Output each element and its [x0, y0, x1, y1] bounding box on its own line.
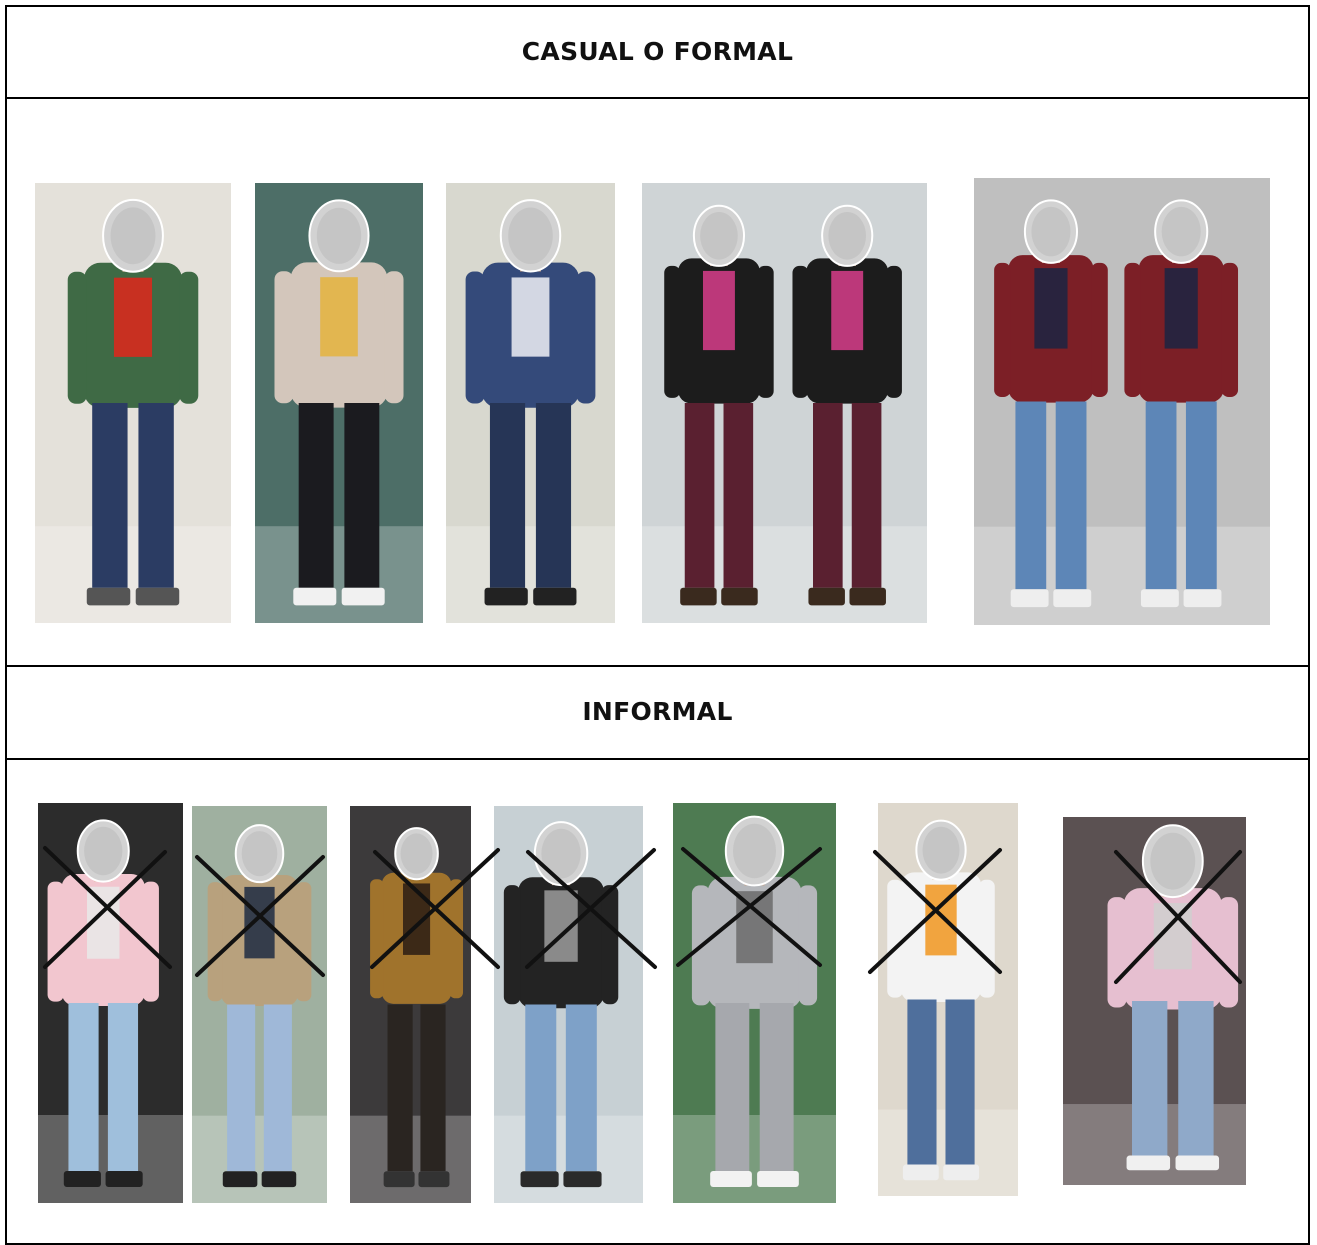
photo-tan-hoodie-shorts — [192, 806, 327, 1203]
divider — [5, 97, 1310, 99]
photo-pink-jacket — [38, 803, 183, 1203]
photo-seated-pink-sweater — [1063, 817, 1246, 1185]
photo-woman-cardigan — [255, 183, 423, 623]
section-title-informal: INFORMAL — [582, 697, 733, 726]
photo-two-women — [642, 183, 927, 623]
photo-two-men — [974, 178, 1270, 625]
photo-man-green-shirt — [35, 183, 231, 623]
divider — [5, 665, 1310, 667]
photo-white-top-ripped-jeans — [878, 803, 1018, 1196]
photo-grey-sweatsuit — [673, 803, 836, 1203]
divider — [5, 758, 1310, 760]
photo-leather-jacket — [494, 806, 643, 1203]
photo-leopard-top — [350, 806, 471, 1203]
section-title-casual-formal: CASUAL O FORMAL — [521, 37, 794, 66]
photo-man-blazer — [446, 183, 615, 623]
